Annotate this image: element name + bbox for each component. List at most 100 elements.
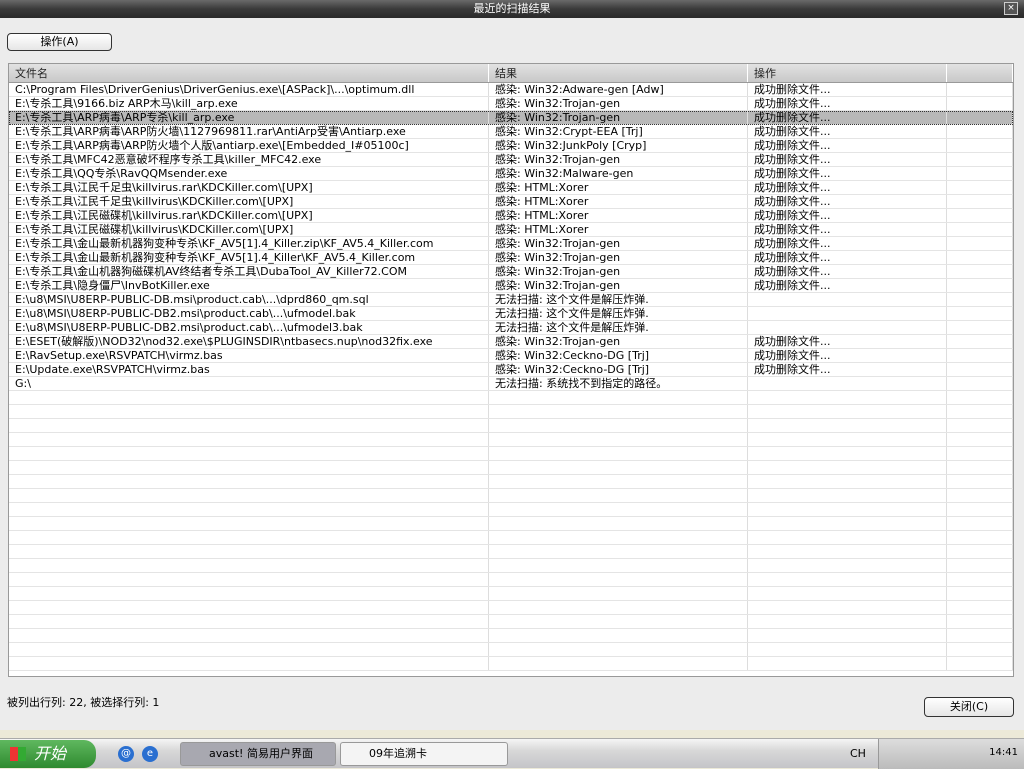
empty-cell (748, 587, 947, 600)
empty-cell (489, 657, 748, 670)
table-row[interactable]: E:\ESET(破解版)\NOD32\nod32.exe\$PLUGINSDIR… (9, 335, 1013, 349)
language-indicator[interactable]: CH (850, 747, 866, 760)
action-cell: 成功删除文件... (748, 265, 947, 278)
filename-cell: E:\Update.exe\RSVPATCH\virmz.bas (9, 363, 489, 376)
action-cell (748, 321, 947, 334)
empty-cell (947, 293, 1013, 306)
taskbar-item-avast[interactable]: avast! 简易用户界面 (180, 742, 336, 766)
empty-cell (748, 461, 947, 474)
start-button[interactable]: 开始 (0, 740, 96, 768)
table-row[interactable]: E:\专杀工具\江民磁碟机\killvirus.rar\KDCKiller.co… (9, 209, 1013, 223)
empty-cell (947, 657, 1013, 670)
filename-cell: E:\RavSetup.exe\RSVPATCH\virmz.bas (9, 349, 489, 362)
start-label: 开始 (34, 744, 67, 763)
empty-row (9, 461, 1013, 475)
action-cell: 成功删除文件... (748, 167, 947, 180)
filename-cell: E:\专杀工具\QQ专杀\RavQQMsender.exe (9, 167, 489, 180)
table-row[interactable]: G:\ 无法扫描: 系统找不到指定的路径。 (9, 377, 1013, 391)
table-row[interactable]: E:\专杀工具\ARP病毒\ARP防火墙\1127969811.rar\Anti… (9, 125, 1013, 139)
empty-cell (489, 531, 748, 544)
result-cell: 感染: Win32:Trojan-gen (489, 111, 748, 124)
table-row[interactable]: E:\专杀工具\江民磁碟机\killvirus\KDCKiller.com\[U… (9, 223, 1013, 237)
table-row[interactable]: E:\专杀工具\9166.biz ARP木马\kill_arp.exe 感染: W… (9, 97, 1013, 111)
empty-cell (947, 111, 1013, 124)
action-cell: 成功删除文件... (748, 209, 947, 222)
empty-row (9, 433, 1013, 447)
empty-cell (947, 139, 1013, 152)
action-cell (748, 307, 947, 320)
task-label: avast! 简易用户界面 (209, 747, 313, 760)
empty-cell (947, 447, 1013, 460)
empty-cell (947, 307, 1013, 320)
action-cell (748, 377, 947, 390)
empty-cell (947, 587, 1013, 600)
empty-cell (748, 447, 947, 460)
table-row[interactable]: E:\专杀工具\隐身僵尸\InvBotKiller.exe 感染: Win32:T… (9, 279, 1013, 293)
empty-cell (9, 503, 489, 516)
table-row[interactable]: E:\专杀工具\MFC42恶意破坏程序专杀工具\killer_MFC42.exe… (9, 153, 1013, 167)
result-cell: 感染: Win32:Ceckno-DG [Trj] (489, 349, 748, 362)
internet-explorer-icon[interactable]: e (142, 746, 158, 762)
table-row[interactable]: E:\RavSetup.exe\RSVPATCH\virmz.bas 感染: Wi… (9, 349, 1013, 363)
filename-cell: E:\u8\MSI\U8ERP-PUBLIC-DB2.msi\product.c… (9, 321, 489, 334)
table-row[interactable]: E:\专杀工具\江民千足虫\killvirus\KDCKiller.com\[U… (9, 195, 1013, 209)
table-row[interactable]: E:\u8\MSI\U8ERP-PUBLIC-DB.msi\product.ca… (9, 293, 1013, 307)
column-header-empty[interactable] (947, 64, 1013, 82)
empty-cell (947, 265, 1013, 278)
result-cell: 无法扫描: 这个文件是解压炸弹. (489, 321, 748, 334)
empty-cell (9, 573, 489, 586)
table-row[interactable]: E:\专杀工具\金山最新机器狗变种专杀\KF_AV5[1].4_Killer.z… (9, 237, 1013, 251)
scan-results-list[interactable]: 文件名 结果 操作 C:\Program Files\DriverGenius\… (8, 63, 1014, 677)
table-row[interactable]: E:\专杀工具\金山最新机器狗变种专杀\KF_AV5[1].4_Killer\K… (9, 251, 1013, 265)
empty-cell (9, 419, 489, 432)
result-cell: 感染: Win32:Trojan-gen (489, 97, 748, 110)
empty-row (9, 489, 1013, 503)
taskbar-item-folder[interactable]: 09年追溯卡 (340, 742, 508, 766)
action-menu-button[interactable]: 操作(A) (7, 33, 112, 51)
result-cell: 感染: HTML:Xorer (489, 223, 748, 236)
filename-cell: C:\Program Files\DriverGenius\DriverGeni… (9, 83, 489, 96)
table-row[interactable]: C:\Program Files\DriverGenius\DriverGeni… (9, 83, 1013, 97)
result-cell: 无法扫描: 这个文件是解压炸弹. (489, 293, 748, 306)
column-header-action[interactable]: 操作 (748, 64, 947, 82)
table-row[interactable]: E:\u8\MSI\U8ERP-PUBLIC-DB2.msi\product.c… (9, 321, 1013, 335)
result-cell: 感染: HTML:Xorer (489, 195, 748, 208)
empty-cell (489, 615, 748, 628)
empty-cell (489, 559, 748, 572)
filename-cell: E:\专杀工具\MFC42恶意破坏程序专杀工具\killer_MFC42.exe (9, 153, 489, 166)
table-row[interactable]: E:\专杀工具\ARP病毒\ARP专杀\kill_arp.exe 感染: Win3… (9, 111, 1013, 125)
empty-cell (947, 195, 1013, 208)
empty-cell (748, 643, 947, 656)
empty-cell (489, 405, 748, 418)
list-header: 文件名 结果 操作 (9, 64, 1013, 83)
table-row[interactable]: E:\专杀工具\QQ专杀\RavQQMsender.exe 感染: Win32:M… (9, 167, 1013, 181)
empty-cell (748, 601, 947, 614)
result-cell: 无法扫描: 这个文件是解压炸弹. (489, 307, 748, 320)
empty-cell (9, 391, 489, 404)
empty-cell (489, 419, 748, 432)
empty-cell (9, 461, 489, 474)
empty-cell (947, 615, 1013, 628)
window-close-button[interactable]: × (1004, 2, 1018, 15)
column-header-result[interactable]: 结果 (489, 64, 748, 82)
outlook-express-icon[interactable]: @ (118, 746, 134, 762)
filename-cell: E:\专杀工具\金山机器狗磁碟机AV终结者专杀工具\DubaTool_AV_Ki… (9, 265, 489, 278)
table-row[interactable]: E:\专杀工具\金山机器狗磁碟机AV终结者专杀工具\DubaTool_AV_Ki… (9, 265, 1013, 279)
action-cell: 成功删除文件... (748, 363, 947, 376)
table-row[interactable]: E:\Update.exe\RSVPATCH\virmz.bas 感染: Win3… (9, 363, 1013, 377)
clock[interactable]: 14:41 (989, 747, 1018, 758)
empty-cell (489, 461, 748, 474)
filename-cell: E:\专杀工具\ARP病毒\ARP专杀\kill_arp.exe (9, 111, 489, 124)
empty-row (9, 517, 1013, 531)
column-header-filename[interactable]: 文件名 (9, 64, 489, 82)
table-row[interactable]: E:\u8\MSI\U8ERP-PUBLIC-DB2.msi\product.c… (9, 307, 1013, 321)
empty-cell (748, 559, 947, 572)
result-cell: 感染: Win32:Trojan-gen (489, 265, 748, 278)
empty-row (9, 615, 1013, 629)
table-row[interactable]: E:\专杀工具\ARP病毒\ARP防火墙个人版\antiarp.exe\[Emb… (9, 139, 1013, 153)
filename-cell: E:\专杀工具\金山最新机器狗变种专杀\KF_AV5[1].4_Killer\K… (9, 251, 489, 264)
table-row[interactable]: E:\专杀工具\江民千足虫\killvirus.rar\KDCKiller.co… (9, 181, 1013, 195)
empty-row (9, 391, 1013, 405)
filename-cell: E:\u8\MSI\U8ERP-PUBLIC-DB.msi\product.ca… (9, 293, 489, 306)
close-button[interactable]: 关闭(C) (924, 697, 1014, 717)
